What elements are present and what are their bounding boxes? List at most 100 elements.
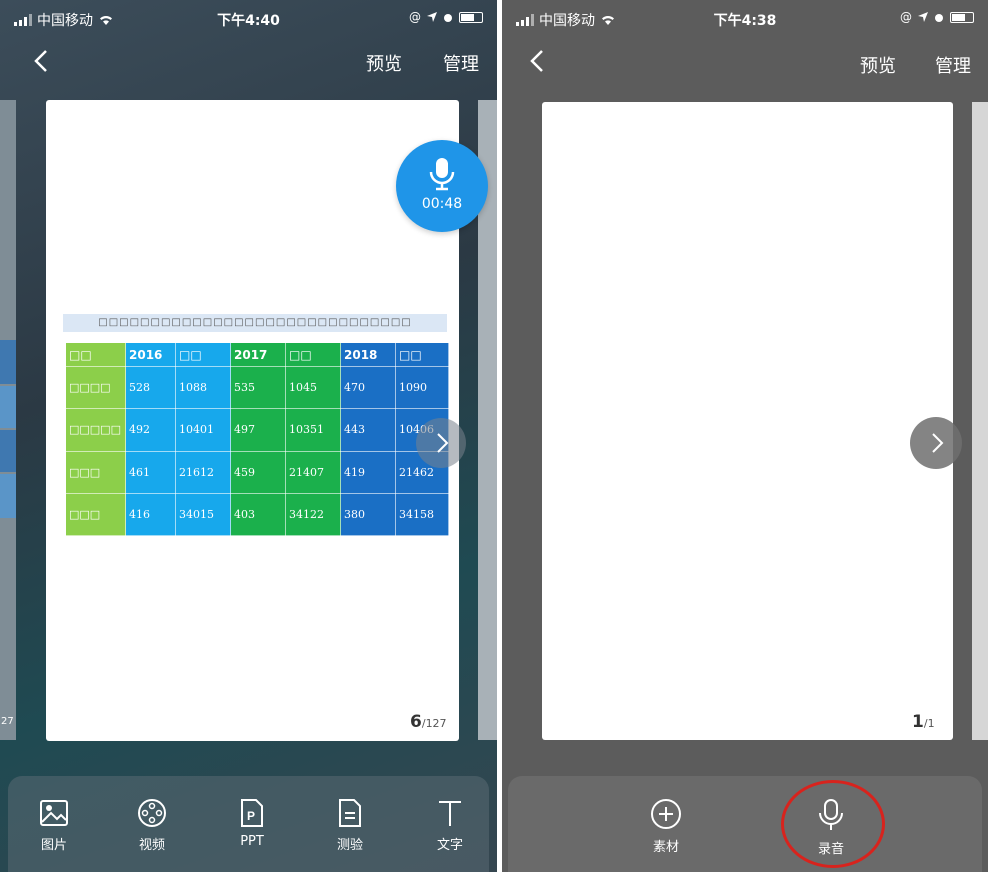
table-cell: 470 xyxy=(340,365,396,410)
tool-label: 素材 xyxy=(652,840,679,855)
current-page: 1 xyxy=(912,712,924,732)
tool-quiz-button[interactable]: 测验 xyxy=(320,798,380,853)
material-button[interactable]: 素材 xyxy=(636,798,696,855)
location-arrow-icon xyxy=(918,12,928,22)
at-sign: @ xyxy=(409,10,421,24)
alarm-icon xyxy=(444,13,452,22)
recording-badge[interactable]: 00:48 xyxy=(396,140,488,232)
nav-bar: 预览 管理 xyxy=(0,40,497,84)
slide-data-table: □□ 2016 □□ 2017 □□ 2018 □□ □□□□ 528 1088… xyxy=(65,342,449,537)
table-cell: 10351 xyxy=(285,408,341,452)
battery-icon xyxy=(950,11,974,23)
next-slide-peek[interactable] xyxy=(972,102,988,740)
tool-image-button[interactable]: 图片 xyxy=(24,798,84,853)
table-title: □□□□□□□□□□□□□□□□□□□□□□□□□□□□□□ xyxy=(63,314,447,332)
table-cell: 1088 xyxy=(175,365,231,410)
tool-label: 图片 xyxy=(40,838,67,853)
preview-button[interactable]: 预览 xyxy=(366,50,402,76)
table-cell: 1090 xyxy=(395,365,449,410)
table-row: □□□□□ 492 10401 497 10351 443 10406 xyxy=(65,408,449,452)
tool-text-button[interactable]: 文字 xyxy=(420,798,480,853)
location-arrow-icon xyxy=(427,12,437,22)
table-cell: 34015 xyxy=(175,492,231,537)
table-cell: 416 xyxy=(125,492,176,537)
ppt-file-icon: P xyxy=(241,799,263,827)
battery-icon xyxy=(459,11,483,23)
header-cell: 2016 xyxy=(125,342,176,367)
current-slide[interactable] xyxy=(542,102,953,740)
manage-button[interactable]: 管理 xyxy=(935,52,971,78)
table-cell: 419 xyxy=(340,450,396,494)
header-cell: □□ xyxy=(65,342,126,367)
table-row: □□□ 416 34015 403 34122 380 34158 xyxy=(65,492,449,537)
at-sign: @ xyxy=(900,10,912,24)
tool-label: 测验 xyxy=(336,838,363,853)
table-cell: 492 xyxy=(125,408,176,452)
nav-bar: 预览 管理 xyxy=(502,40,988,84)
page-indicator: 1/1 xyxy=(912,712,935,732)
add-circle-icon xyxy=(651,799,681,829)
table-cell: 403 xyxy=(230,492,286,537)
alarm-icon xyxy=(935,13,943,22)
status-icons: @ xyxy=(409,10,483,24)
header-cell: 2018 xyxy=(340,342,396,367)
table-cell: 443 xyxy=(340,408,396,452)
table-row: □□□□ 528 1088 535 1045 470 1090 xyxy=(65,365,449,410)
total-pages: 1 xyxy=(927,717,935,730)
tool-label: PPT xyxy=(240,834,264,849)
video-reel-icon xyxy=(138,799,166,827)
table-cell: 1045 xyxy=(285,365,341,410)
image-icon xyxy=(40,800,68,826)
table-cell: 459 xyxy=(230,450,286,494)
next-slide-button[interactable] xyxy=(910,417,962,469)
next-slide-button[interactable] xyxy=(416,418,466,468)
status-bar: 中国移动 下午4:40 @ xyxy=(0,0,497,38)
page-indicator: 6/127 xyxy=(410,712,447,732)
total-pages: 127 xyxy=(425,717,447,730)
table-row: □□□ 461 21612 459 21407 419 21462 xyxy=(65,450,449,494)
previous-slide-page-number: 27 xyxy=(1,716,14,727)
manage-button[interactable]: 管理 xyxy=(443,50,479,76)
table-header-row: □□ 2016 □□ 2017 □□ 2018 □□ xyxy=(65,342,449,367)
text-icon xyxy=(439,801,461,826)
tool-label: 文字 xyxy=(436,838,463,853)
tool-ppt-button[interactable]: P PPT xyxy=(222,798,282,849)
current-page: 6 xyxy=(410,712,422,732)
back-chevron-icon[interactable] xyxy=(524,44,554,78)
table-cell: 34158 xyxy=(395,492,449,537)
status-icons: @ xyxy=(900,10,974,24)
quiz-icon xyxy=(339,799,361,827)
previous-slide-peek[interactable]: 27 xyxy=(0,100,16,740)
table-cell: 380 xyxy=(340,492,396,537)
back-chevron-icon[interactable] xyxy=(28,44,58,78)
header-cell: □□ xyxy=(285,342,341,367)
bottom-toolbar: 图片 视频 P PPT 测验 文字 xyxy=(8,776,489,872)
svg-text:P: P xyxy=(247,809,255,823)
header-cell: □□ xyxy=(395,342,449,367)
tool-label: 视频 xyxy=(138,838,165,853)
highlight-circle xyxy=(781,780,885,868)
header-cell: □□ xyxy=(175,342,231,367)
table-cell: 21407 xyxy=(285,450,341,494)
table-cell: 535 xyxy=(230,365,286,410)
right-phone-screen: 中国移动 下午4:38 @ 预览 管理 1/1 素材 录音 xyxy=(502,0,988,872)
table-cell: □□□ xyxy=(65,450,126,494)
preview-button[interactable]: 预览 xyxy=(860,52,896,78)
table-cell: 34122 xyxy=(285,492,341,537)
recording-timer: 00:48 xyxy=(421,196,463,212)
tool-video-button[interactable]: 视频 xyxy=(122,798,182,853)
header-cell: 2017 xyxy=(230,342,286,367)
bottom-toolbar: 素材 录音 xyxy=(508,776,982,872)
table-cell: □□□□ xyxy=(65,365,126,410)
table-cell: 528 xyxy=(125,365,176,410)
table-cell: □□□ xyxy=(65,492,126,537)
status-bar: 中国移动 下午4:38 @ xyxy=(502,0,988,38)
left-phone-screen: 中国移动 下午4:40 @ 预览 管理 27 □□□□□□□□□□□□□□□□□… xyxy=(0,0,497,872)
table-cell: 461 xyxy=(125,450,176,494)
chevron-right-icon xyxy=(932,433,944,453)
table-cell: □□□□□ xyxy=(65,408,126,452)
table-cell: 10401 xyxy=(175,408,231,452)
chevron-right-icon xyxy=(437,433,449,453)
microphone-icon xyxy=(429,158,455,191)
table-cell: 21612 xyxy=(175,450,231,494)
